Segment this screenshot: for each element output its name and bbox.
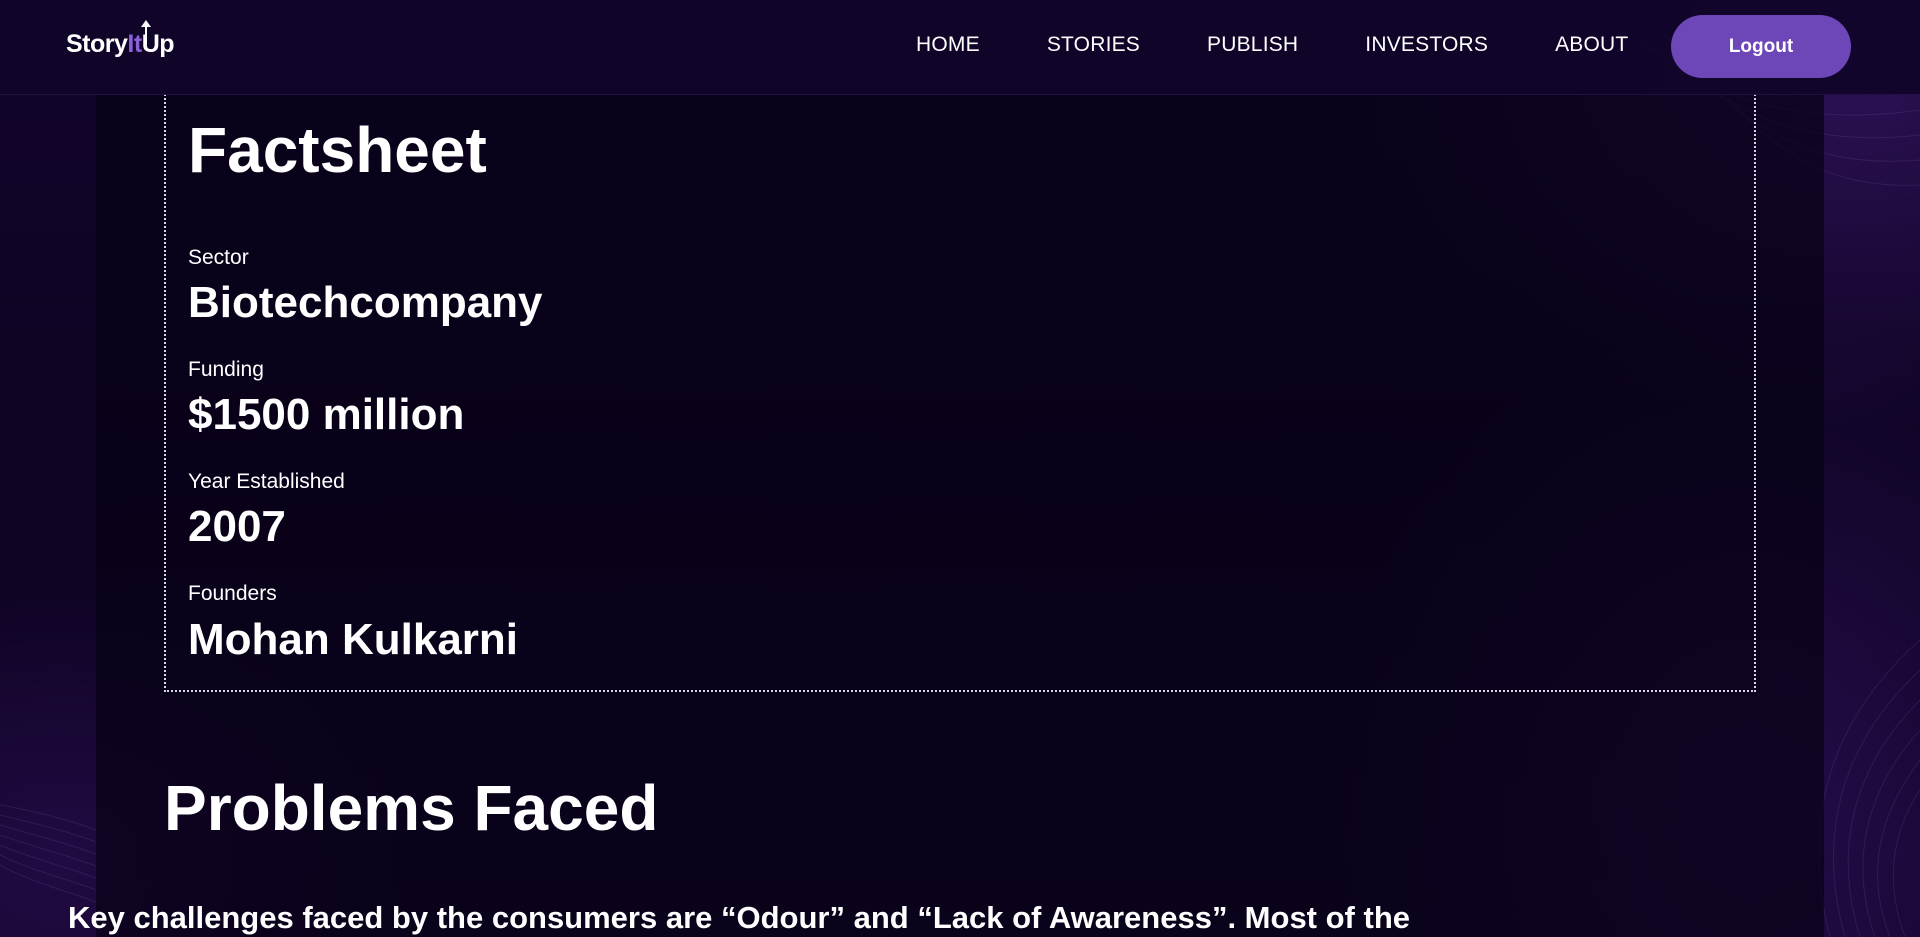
nav-investors-link[interactable]: INVESTORS	[1365, 33, 1488, 57]
logo-arrow-icon	[141, 20, 152, 44]
fact-value-funding: $1500 million	[188, 390, 465, 439]
logo-text-story: Story	[66, 30, 128, 58]
fact-label-founders: Founders	[188, 582, 277, 605]
fact-value-sector: Biotechcompany	[188, 278, 543, 327]
fact-label-year-established: Year Established	[188, 470, 345, 493]
factsheet-box: Factsheet Sector Biotechcompany Funding …	[164, 94, 1756, 692]
main-nav: HOME STORIES PUBLISH INVESTORS ABOUT	[916, 33, 1628, 57]
top-navbar: StoryIt Up HOME STORIES PUBLISH INVESTORS…	[0, 0, 1920, 95]
fact-value-founders: Mohan Kulkarni	[188, 615, 519, 664]
problems-faced-text: Key challenges faced by the consumers ar…	[68, 900, 1410, 935]
nav-about-link[interactable]: ABOUT	[1555, 33, 1628, 57]
problems-faced-heading: Problems Faced	[164, 772, 659, 844]
logo-text-it: It	[127, 20, 152, 58]
factsheet-title: Factsheet	[188, 114, 487, 186]
fact-value-year-established: 2007	[188, 502, 286, 551]
fact-label-sector: Sector	[188, 246, 249, 269]
nav-stories-link[interactable]: STORIES	[1047, 33, 1140, 57]
storyitup-logo[interactable]: StoryIt Up	[66, 20, 175, 59]
content-panel: Factsheet Sector Biotechcompany Funding …	[96, 94, 1824, 937]
logout-button[interactable]: Logout	[1671, 15, 1851, 78]
nav-publish-link[interactable]: PUBLISH	[1207, 33, 1298, 57]
nav-home-link[interactable]: HOME	[916, 33, 980, 57]
fact-label-funding: Funding	[188, 358, 264, 381]
